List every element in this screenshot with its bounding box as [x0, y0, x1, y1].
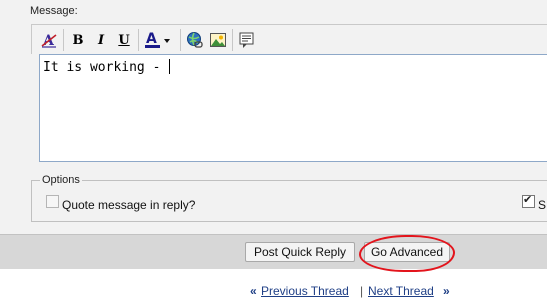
bold-icon: B [72, 32, 84, 48]
svg-text:A: A [146, 31, 157, 47]
message-text: It is working - [43, 59, 171, 75]
go-advanced-button[interactable]: Go Advanced [364, 242, 450, 262]
quote-icon [239, 32, 254, 48]
italic-button[interactable]: I [91, 30, 111, 50]
underline-button[interactable]: U [114, 30, 134, 50]
second-option-checkbox[interactable] [522, 193, 535, 208]
post-quick-reply-button[interactable]: Post Quick Reply [245, 242, 355, 262]
toolbar-separator [180, 29, 181, 51]
insert-link-button[interactable] [185, 30, 205, 50]
left-raquo: « [250, 284, 257, 298]
options-legend: Options [40, 174, 82, 186]
editor-toolbar: A B I U A [31, 24, 547, 54]
nav-divider: | [360, 284, 364, 298]
toolbar-separator [138, 29, 139, 51]
toolbar-separator [232, 29, 233, 51]
toolbar-separator [63, 29, 64, 51]
italic-icon: I [97, 32, 105, 48]
quote-message-label: Quote message in reply? [62, 198, 196, 212]
font-color-icon: A [145, 31, 170, 48]
bold-button[interactable]: B [68, 30, 88, 50]
next-thread-link[interactable]: Next Thread [368, 284, 434, 298]
second-option-label: S [538, 198, 547, 212]
message-textarea[interactable]: It is working - [39, 54, 547, 162]
underline-icon: U [118, 32, 130, 48]
font-color-button[interactable]: A [143, 30, 173, 50]
quote-message-checkbox[interactable] [46, 195, 59, 208]
previous-thread-link[interactable]: Previous Thread [261, 284, 349, 298]
globe-link-icon [187, 32, 203, 48]
image-icon [210, 33, 226, 47]
remove-format-icon[interactable]: A [39, 30, 59, 50]
insert-quote-button[interactable] [237, 30, 257, 50]
message-label: Message: [30, 5, 78, 17]
text-caret [169, 59, 171, 74]
right-raquo: » [443, 284, 450, 298]
insert-image-button[interactable] [208, 30, 228, 50]
